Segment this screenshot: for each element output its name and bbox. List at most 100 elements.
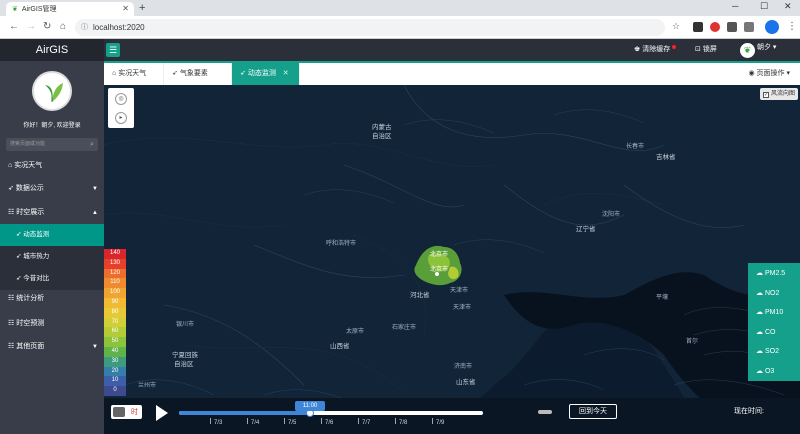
play-circle-icon[interactable]: ▸ — [115, 112, 127, 124]
close-tab-icon[interactable]: ✕ — [122, 4, 129, 13]
sidebar-search-input[interactable]: 搜索页面或功能 ⌕ — [6, 138, 98, 151]
sidebar-item-label: 数据公示 — [15, 185, 44, 192]
pollutant-option[interactable]: ☁ O3 — [748, 362, 800, 382]
pollutant-label: NO2 — [764, 289, 780, 297]
send-icon: ➶ — [240, 70, 246, 77]
date-label: 7/7 — [362, 420, 371, 426]
extension-icon[interactable] — [693, 22, 703, 32]
map-label: 济南市 — [454, 364, 473, 370]
pollutant-option[interactable]: ☁ NO2 — [748, 284, 800, 304]
grid-icon: ☷ — [8, 295, 15, 302]
chevron-up-icon: ▲ — [92, 210, 98, 216]
page-operations-dropdown[interactable]: ◉ 页面操作 ▾ — [748, 63, 790, 85]
map-view[interactable]: 内蒙古 自治区 长春市 吉林省 沈阳市 辽宁省 呼和浩特市 北京市 北京市 河北… — [104, 85, 800, 434]
info-icon: ⓘ — [81, 24, 88, 31]
legend-entry: 120 — [104, 268, 126, 279]
page-operations-label: 页面操作 — [756, 70, 785, 77]
sidebar-item-dynamic-monitoring[interactable]: ➶ 动态监测 — [0, 224, 104, 246]
username: 朝夕 — [756, 44, 771, 51]
back-to-today-button[interactable]: 回到今天 — [569, 404, 617, 419]
pollutant-label: SO2 — [764, 348, 779, 355]
extension-icon[interactable] — [727, 22, 737, 32]
cloud-icon: ☁ — [756, 348, 765, 355]
map-label: 银川市 — [176, 322, 195, 328]
reset-view-icon[interactable]: ◎ — [115, 93, 127, 105]
date-tick — [395, 418, 396, 424]
sidebar-item-spatiotemporal[interactable]: ☷ 时空展示 ▲ — [0, 202, 104, 224]
map-label: 山西省 — [330, 343, 350, 350]
timeline-track[interactable]: 11:00 — [179, 401, 483, 417]
pollutant-option[interactable]: ☁ CO — [748, 323, 800, 343]
search-icon[interactable]: ⌕ — [90, 138, 94, 151]
date-tick — [247, 418, 248, 424]
sidebar-item-statistics[interactable]: ☷ 统计分析 — [0, 288, 104, 310]
maximize-icon[interactable]: ☐ — [760, 1, 768, 12]
pollutant-option[interactable]: ☁ PM10 — [748, 303, 800, 323]
new-tab-button[interactable]: + — [139, 2, 145, 14]
date-label: 7/4 — [251, 420, 260, 426]
speed-slider[interactable] — [538, 410, 552, 414]
wind-flow-toggle[interactable]: ✓ 风流向图 — [759, 88, 798, 100]
chevron-down-icon: ▼ — [92, 186, 98, 192]
circle-arrow-icon: ◉ — [748, 70, 755, 77]
send-icon: ➶ — [16, 231, 22, 238]
sidebar-item-data-publicity[interactable]: ➶ 数据公示 ▼ — [0, 178, 104, 200]
close-icon[interactable]: ✕ — [283, 70, 289, 77]
menu-toggle-icon[interactable]: ☰ — [106, 43, 120, 57]
sidebar-item-past-present[interactable]: ➶ 今昔对比 — [0, 268, 104, 290]
clear-cache-button[interactable]: ♚ 清除缓存 — [634, 44, 677, 54]
forward-icon[interactable]: → — [26, 21, 36, 32]
user-menu[interactable]: ❦ 朝夕 ▾ — [740, 42, 776, 58]
cloud-icon: ☁ — [756, 309, 765, 316]
tab-realtime-weather[interactable]: ⌂ 实况天气 — [104, 63, 164, 85]
sidebar-item-label: 统计分析 — [16, 295, 45, 302]
tab-dynamic-monitoring[interactable]: ➶ 动态监测 ✕ — [232, 63, 300, 85]
pollutant-selector: ☁ PM2.5 ☁ NO2 ☁ PM10 ☁ CO ☁ SO2 ☁ O3 — [748, 263, 800, 381]
hour-toggle[interactable]: 时 — [111, 405, 142, 419]
minimize-icon[interactable]: ─ — [732, 1, 738, 11]
sidebar-item-forecast[interactable]: ☷ 时空预测 — [0, 313, 104, 335]
url-input[interactable]: ⓘ localhost:2020 — [75, 19, 665, 36]
map-label: 沈阳市 — [602, 212, 621, 218]
bookmark-star-icon[interactable]: ☆ — [672, 21, 680, 32]
legend-entry: 130 — [104, 258, 126, 269]
date-tick — [284, 418, 285, 424]
legend-entry: 70 — [104, 317, 126, 328]
date-tick — [358, 418, 359, 424]
sidebar-item-city-heat[interactable]: ➶ 城市热力 — [0, 246, 104, 268]
date-label: 7/9 — [436, 420, 445, 426]
date-label: 7/5 — [288, 420, 297, 426]
cloud-icon: ☁ — [756, 270, 765, 277]
extension-icon[interactable] — [710, 22, 720, 32]
window-close-icon[interactable]: ✕ — [784, 1, 792, 12]
pollutant-option[interactable]: ☁ SO2 — [748, 342, 800, 362]
tab-label: 动态监测 — [247, 70, 276, 77]
more-icon[interactable]: ⋮ — [787, 21, 797, 32]
profile-avatar[interactable] — [765, 20, 779, 34]
sidebar-item-realtime-weather[interactable]: ⌂ 实况天气 — [0, 155, 104, 177]
date-label: 7/3 — [214, 420, 223, 426]
checkbox-checked-icon: ✓ — [762, 92, 769, 98]
home-icon[interactable]: ⌂ — [60, 21, 66, 32]
map-label: 长春市 — [626, 144, 645, 150]
lock-icon: ⊡ — [695, 46, 701, 53]
leaf-favicon-icon: ❦ — [12, 6, 18, 13]
extension-icon[interactable] — [744, 22, 754, 32]
pollutant-label: PM10 — [764, 309, 784, 316]
date-tick — [210, 418, 211, 424]
reload-icon[interactable]: ↻ — [43, 21, 51, 32]
map-label: 北京市 — [430, 252, 449, 258]
legend-entry: 60 — [104, 327, 126, 338]
browser-tab[interactable]: ❦ AirGIS管理 ✕ — [6, 2, 134, 16]
lock-screen-button[interactable]: ⊡ 锁屏 — [695, 44, 717, 54]
tab-weather-elements[interactable]: ➶ 气象要素 — [164, 63, 232, 85]
toggle-knob — [113, 407, 125, 417]
sidebar-item-other-pages[interactable]: ☷ 其他页面 ▼ — [0, 336, 104, 358]
sidebar-item-label: 动态监测 — [23, 231, 50, 238]
send-icon: ➶ — [16, 275, 22, 282]
back-icon[interactable]: ← — [9, 21, 19, 32]
legend-entry: 140 — [104, 249, 126, 259]
map-label: 天津市 — [450, 288, 469, 294]
play-icon[interactable] — [156, 405, 168, 421]
pollutant-option[interactable]: ☁ PM2.5 — [748, 264, 800, 284]
